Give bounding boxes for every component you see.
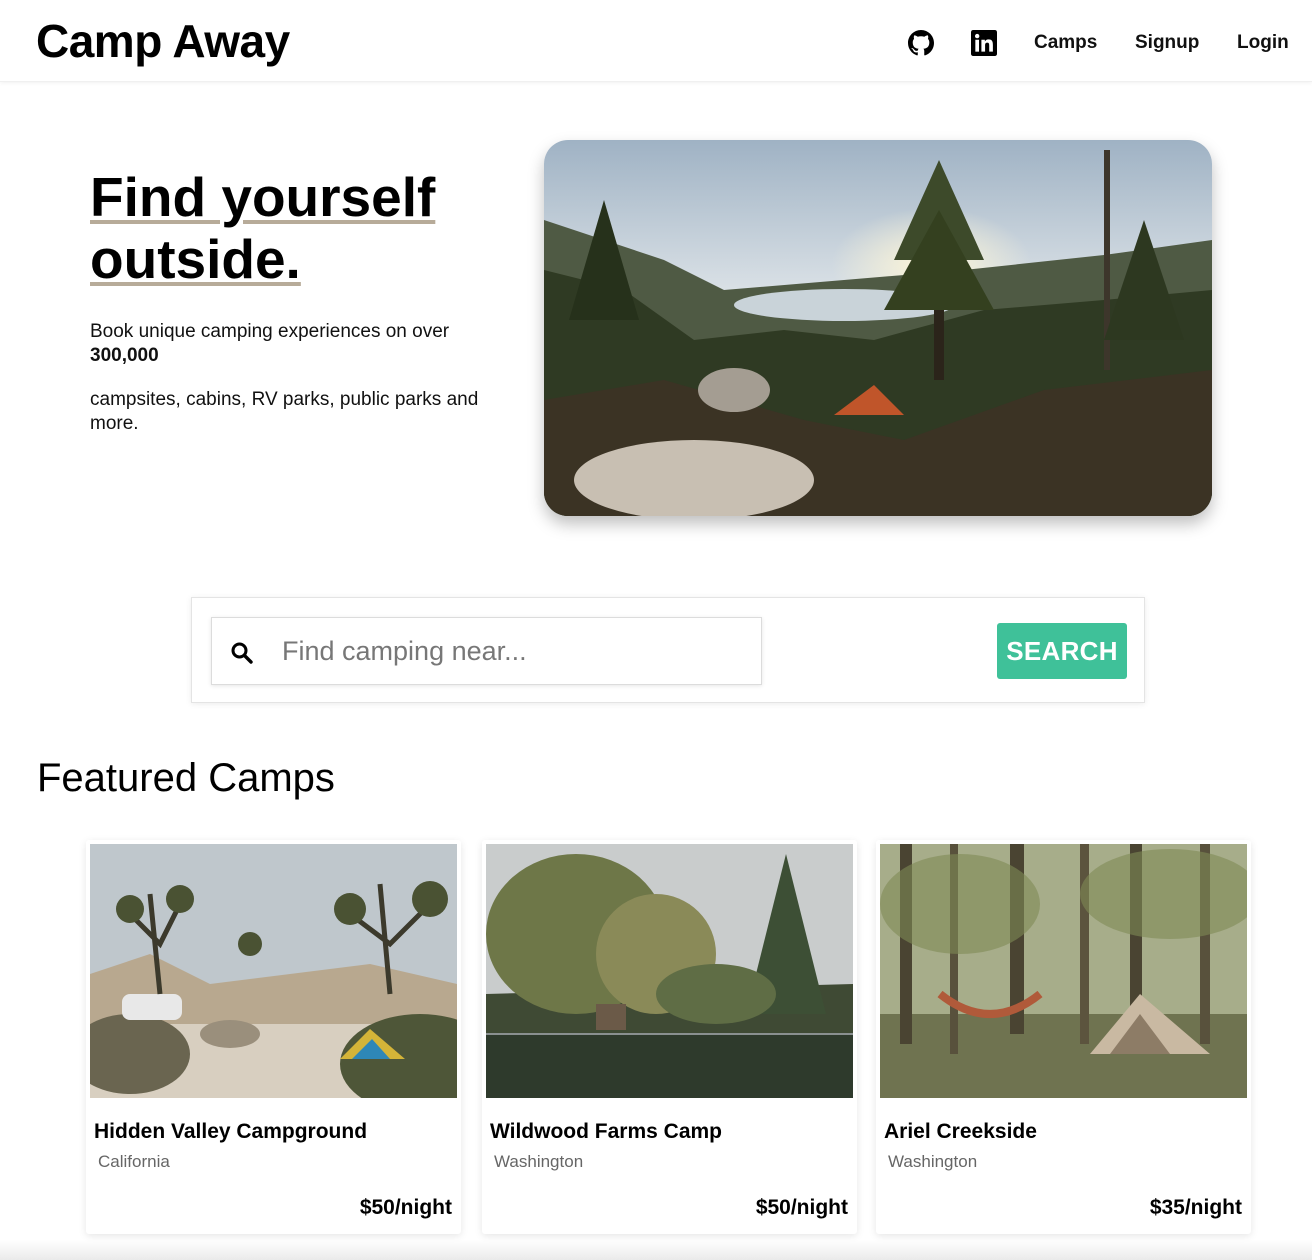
camp-card-wildwood-farms[interactable]: Wildwood Farms Camp Washington $50/night [482,840,857,1234]
search-icon [231,642,253,664]
hero-image [544,140,1212,516]
search-field[interactable] [211,617,762,685]
search-panel: SEARCH [191,597,1145,703]
search-input[interactable] [282,628,752,674]
hero-text-intro: Book unique camping experiences on over [90,321,450,342]
search-button[interactable]: SEARCH [997,623,1127,679]
hero-title-line2: outside. [90,228,301,290]
featured-heading: Featured Camps [37,756,335,800]
camp-card-price: $50/night [359,1196,452,1219]
hero-description: Book unique camping experiences on over … [90,320,520,368]
linkedin-icon[interactable] [971,30,997,56]
camp-card-location: Washington [888,1152,978,1171]
github-icon[interactable] [908,30,934,56]
camp-card-price: $50/night [755,1196,848,1219]
camp-card-title[interactable]: Ariel Creekside [884,1120,1037,1144]
hero-count: 300,000 [90,345,159,366]
camp-card-image[interactable] [90,844,457,1098]
nav-link-login[interactable]: Login [1237,32,1289,54]
hero-text-more: campsites, cabins, RV parks, public park… [90,389,479,434]
navbar: Camp Away Camps Signup Login [0,0,1312,82]
camp-card-location: Washington [494,1152,584,1171]
nav-link-camps[interactable]: Camps [1034,32,1097,54]
hero-title: Find yourself outside. [90,166,510,290]
page-bottom-fade [0,1240,1312,1260]
hero-title-line1: Find yourself [90,166,436,228]
camp-card-price: $35/night [1149,1196,1242,1219]
brand-logo[interactable]: Camp Away [36,14,290,68]
camp-card-image[interactable] [880,844,1247,1098]
camp-card-location: California [98,1152,170,1171]
camp-card-title[interactable]: Hidden Valley Campground [94,1120,367,1144]
nav-link-signup[interactable]: Signup [1135,32,1199,54]
camp-card-hidden-valley[interactable]: Hidden Valley Campground California $50/… [86,840,461,1234]
camp-card-title[interactable]: Wildwood Farms Camp [490,1120,722,1144]
camp-card-ariel-creekside[interactable]: Ariel Creekside Washington $35/night [876,840,1251,1234]
camp-card-image[interactable] [486,844,853,1098]
